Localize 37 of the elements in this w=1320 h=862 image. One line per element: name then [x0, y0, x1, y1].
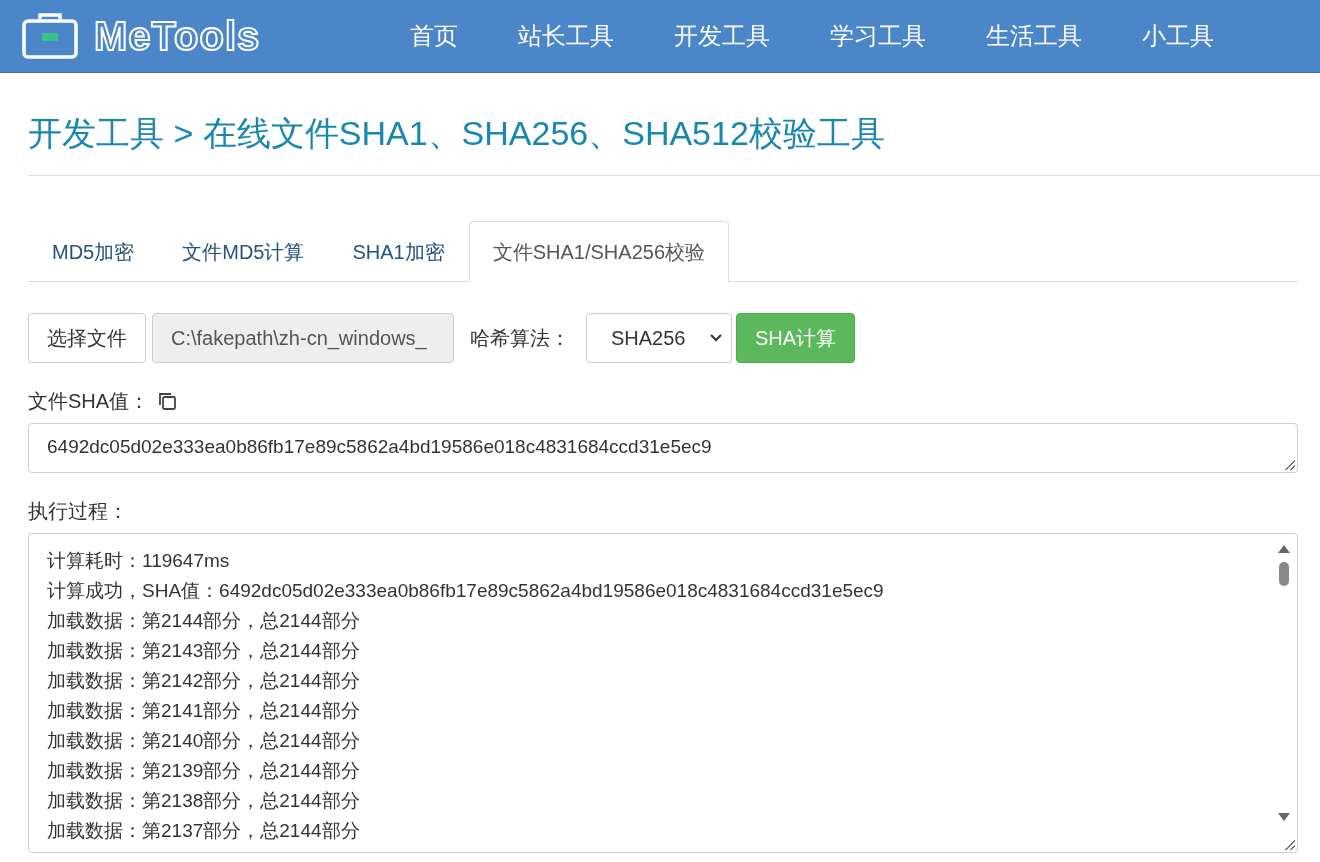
algorithm-label: 哈希算法： — [470, 325, 570, 351]
log-line: 计算成功，SHA值：6492dc05d02e333ea0b86fb17e89c5862a4bd19586e018c4831684ccd31e5ec9 — [47, 579, 885, 603]
scroll-thumb[interactable] — [1279, 562, 1289, 586]
scroll-up-icon[interactable] — [1278, 544, 1290, 554]
tab[interactable]: SHA1加密 — [328, 221, 469, 281]
log-line: 加载数据：第2144部分，总2144部分 — [47, 609, 361, 633]
tab[interactable]: MD5加密 — [28, 221, 159, 281]
result-label: 文件SHA值： — [28, 388, 150, 414]
file-path-field[interactable]: C:\fakepath\zh-cn_windows_ — [152, 313, 454, 363]
nav-link[interactable]: 开发工具 — [644, 16, 800, 56]
scroll-down-icon[interactable] — [1278, 812, 1290, 822]
log-line: 加载数据：第2142部分，总2144部分 — [47, 669, 361, 693]
log-textarea[interactable] — [28, 533, 1298, 853]
log-line: 加载数据：第2141部分，总2144部分 — [47, 699, 361, 723]
tab[interactable]: 文件MD5计算 — [158, 221, 329, 281]
algorithm-select[interactable]: SHA256 — [586, 313, 732, 363]
nav-link[interactable]: 小工具 — [1112, 16, 1244, 56]
nav-link[interactable]: 生活工具 — [956, 16, 1112, 56]
log-label: 执行过程： — [28, 498, 128, 524]
copy-icon[interactable] — [157, 391, 178, 411]
sha-value-field[interactable]: 6492dc05d02e333ea0b86fb17e89c5862a4bd19586e018c4831684ccd31e5ec9 — [28, 423, 1298, 473]
nav-link[interactable]: 首页 — [380, 16, 488, 56]
toolbox-icon — [20, 11, 80, 61]
logo-text[interactable]: MeTools — [94, 13, 261, 59]
log-line: 计算耗时：119647ms — [47, 549, 231, 573]
scrollbar[interactable] — [1277, 544, 1291, 822]
page-title: 开发工具 > 在线文件SHA1、SHA256、SHA512校验工具 — [28, 73, 1320, 176]
log-line: 加载数据：第2143部分，总2144部分 — [47, 639, 361, 663]
choose-file-button[interactable]: 选择文件 — [28, 313, 146, 363]
log-line: 加载数据：第2139部分，总2144部分 — [47, 759, 361, 783]
nav-link[interactable]: 学习工具 — [800, 16, 956, 56]
caret-icon — [709, 333, 723, 343]
log-line: 加载数据：第2137部分，总2144部分 — [47, 819, 361, 843]
log-line: 加载数据：第2140部分，总2144部分 — [47, 729, 361, 753]
log-line: 加载数据：第2138部分，总2144部分 — [47, 789, 361, 813]
nav-link[interactable]: 站长工具 — [488, 16, 644, 56]
tab[interactable]: 文件SHA1/SHA256校验 — [468, 221, 729, 282]
